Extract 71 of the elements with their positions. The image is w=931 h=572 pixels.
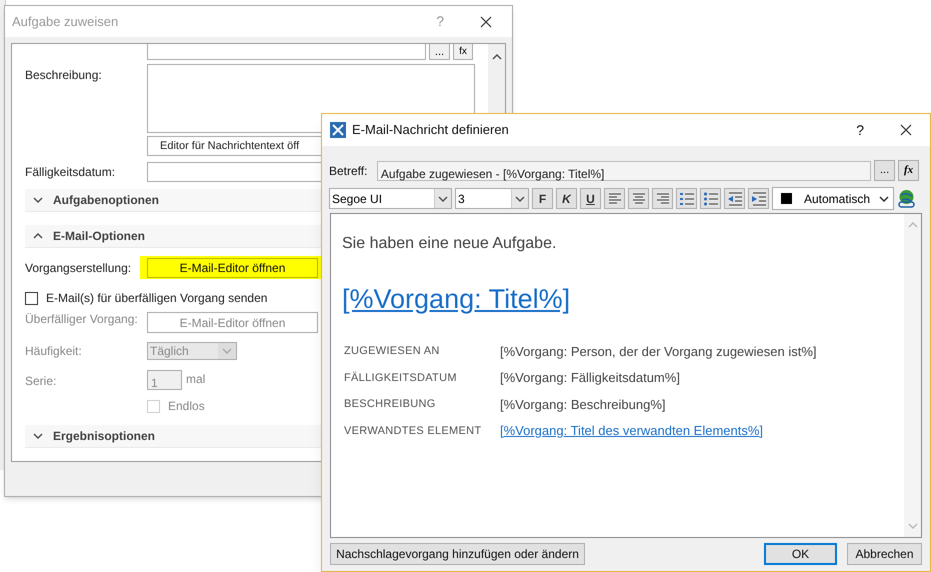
field-label: Serie: (25, 373, 58, 390)
window-title: Aufgabe zuweisen (12, 12, 120, 31)
field-label: Häufigkeit: (25, 343, 83, 360)
globe-link-icon[interactable] (897, 189, 916, 208)
align-center-icon (630, 190, 646, 206)
row-label: VERWANDTES ELEMENT (343, 424, 482, 438)
align-right-button[interactable] (652, 188, 673, 209)
cancel-button[interactable]: Abbrechen (847, 543, 922, 565)
bullet-list-button[interactable] (700, 188, 721, 209)
ok-button[interactable]: OK (764, 543, 837, 565)
align-right-icon (654, 190, 670, 206)
outdent-icon (726, 190, 742, 206)
row-value: [%Vorgang: Fälligkeitsdatum%] (500, 369, 680, 387)
format-button[interactable]: U (580, 188, 601, 209)
editor-area[interactable] (330, 213, 922, 538)
field-label: Fälligkeitsdatum: (25, 164, 116, 181)
format-button[interactable]: K (556, 188, 577, 209)
align-left-button[interactable] (604, 188, 625, 209)
section-title: E-Mail-Optionen (53, 228, 145, 245)
close-icon[interactable] (900, 124, 912, 136)
formula-button[interactable]: fx (898, 160, 920, 181)
scrollbar[interactable] (904, 214, 921, 537)
numbered-list-button[interactable] (676, 188, 697, 209)
size-select[interactable]: 3 (455, 188, 529, 209)
field-label: Beschreibung: (25, 67, 103, 84)
color-select[interactable]: Automatisch (772, 187, 894, 210)
chevron-up-icon (492, 54, 502, 60)
section-title: Aufgabenoptionen (53, 192, 159, 209)
subject-field[interactable]: Aufgabe zugewiesen - [%Vorgang: Titel%] (376, 160, 872, 180)
lookup-button[interactable]: Nachschlagevorgang hinzufügen oder ändern (330, 543, 585, 565)
email-editor-button[interactable]: E-Mail-Editor öffnen (147, 258, 318, 278)
chevron-down-icon (222, 348, 232, 354)
close-icon[interactable] (480, 16, 492, 28)
input-field[interactable] (147, 44, 426, 60)
chevron-down-icon (879, 196, 889, 202)
field-label: Überfälliger Vorgang: (25, 312, 139, 326)
row-link[interactable]: [%Vorgang: Titel des verwandten Elements%] (500, 421, 764, 440)
checkbox-label: E-Mail(s) für überfälligen Vorgang senden (46, 290, 268, 307)
dots-button[interactable]: ... (429, 44, 450, 60)
numbered-list-icon (678, 190, 694, 206)
title-link[interactable]: [%Vorgang: Titel%] (342, 279, 570, 320)
row-label: ZUGEWIESEN AN (343, 344, 441, 359)
align-center-button[interactable] (628, 188, 649, 209)
row-label: BESCHREIBUNG (343, 397, 437, 412)
format-button[interactable]: F (532, 188, 553, 209)
bullet-list-icon (702, 190, 718, 206)
field-label: Vorgangserstellung: (25, 260, 132, 276)
align-left-icon (606, 190, 622, 206)
font-select[interactable]: Segoe UI (329, 188, 452, 209)
indent-button[interactable] (748, 188, 769, 209)
chevron-up-icon (908, 222, 918, 228)
formula-button[interactable]: fx (453, 44, 473, 60)
unit-label: mal (186, 371, 206, 388)
chevron-down-icon (438, 196, 448, 202)
row-label: FÄLLIGKEITSDATUM (343, 370, 458, 386)
section-title: Ergebnisoptionen (53, 428, 155, 445)
checkbox-label: Endlos (168, 398, 205, 415)
chevron-up-icon (33, 233, 43, 239)
outdent-button[interactable] (724, 188, 745, 209)
row-value: [%Vorgang: Person, der der Vorgang zugewiesen ist%] (500, 342, 817, 361)
tools-icon (330, 122, 346, 138)
help-button[interactable]: ? (856, 120, 864, 140)
chevron-down-icon (908, 523, 918, 529)
checkbox[interactable] (25, 292, 38, 304)
indent-icon (750, 190, 766, 206)
chevron-down-icon (515, 196, 525, 202)
chevron-down-icon (33, 433, 43, 439)
row-value: [%Vorgang: Beschreibung%] (500, 396, 666, 414)
field-label: Betreff: (329, 162, 368, 180)
chevron-down-icon (33, 197, 43, 203)
dots-button[interactable]: ... (874, 160, 896, 181)
